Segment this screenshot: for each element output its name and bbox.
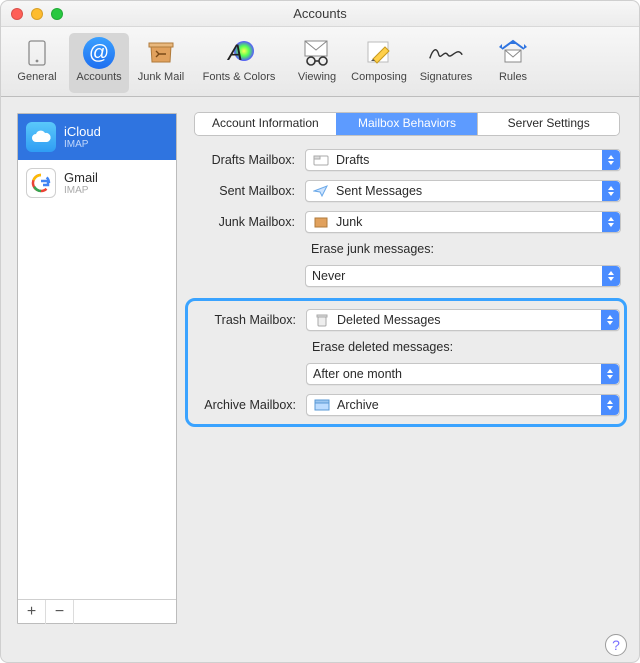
account-icloud[interactable]: iCloud IMAP bbox=[18, 114, 176, 160]
row-junk: Junk Mailbox: Junk bbox=[191, 211, 621, 233]
tab-label: Rules bbox=[499, 71, 527, 83]
tab-label: Junk Mail bbox=[138, 71, 184, 83]
fonts-colors-icon: A bbox=[221, 37, 257, 69]
mailbox-behaviors-form: Drafts Mailbox: Drafts Sent Mailbox: Sen… bbox=[191, 149, 623, 429]
rules-icon bbox=[495, 37, 531, 69]
tab-label: Accounts bbox=[76, 71, 121, 83]
tab-junk-mail[interactable]: Junk Mail bbox=[131, 33, 191, 93]
drafts-value: Drafts bbox=[336, 153, 369, 167]
stepper-arrows-icon bbox=[602, 181, 620, 201]
junk-value: Junk bbox=[336, 215, 362, 229]
tab-label: Signatures bbox=[420, 71, 473, 83]
viewing-icon bbox=[299, 37, 335, 69]
settings-panel: Account Information Mailbox Behaviors Se… bbox=[191, 113, 623, 624]
svg-text:A: A bbox=[226, 40, 243, 65]
footer: ? bbox=[1, 628, 639, 662]
stepper-arrows-icon bbox=[601, 364, 619, 384]
archive-icon bbox=[313, 397, 331, 413]
gmail-icon bbox=[26, 168, 56, 198]
account-info: Gmail IMAP bbox=[64, 171, 98, 196]
account-actions: + − bbox=[18, 599, 176, 623]
help-button[interactable]: ? bbox=[605, 634, 627, 656]
junk-icon bbox=[143, 37, 179, 69]
panel-tabs: Account Information Mailbox Behaviors Se… bbox=[195, 113, 619, 135]
accounts-list: iCloud IMAP Gmail IMAP + − bbox=[17, 113, 177, 624]
folder-icon bbox=[312, 152, 330, 168]
sidebar-spacer bbox=[18, 206, 176, 599]
archive-select[interactable]: Archive bbox=[306, 394, 620, 416]
signatures-icon bbox=[428, 37, 464, 69]
tab-general[interactable]: General bbox=[7, 33, 67, 93]
tab-account-information[interactable]: Account Information bbox=[195, 113, 336, 135]
erase-junk-select[interactable]: Never bbox=[305, 265, 621, 287]
preferences-toolbar: General @ Accounts Junk Mail A Fonts & C… bbox=[1, 27, 639, 97]
row-drafts: Drafts Mailbox: Drafts bbox=[191, 149, 621, 171]
erase-junk-label: Erase junk messages: bbox=[191, 242, 621, 256]
archive-label: Archive Mailbox: bbox=[192, 398, 302, 412]
tab-fonts-colors[interactable]: A Fonts & Colors bbox=[193, 33, 285, 93]
junk-label: Junk Mailbox: bbox=[191, 215, 301, 229]
add-account-button[interactable]: + bbox=[18, 600, 46, 624]
erase-deleted-select[interactable]: After one month bbox=[306, 363, 620, 385]
remove-account-button[interactable]: − bbox=[46, 600, 74, 624]
tab-rules[interactable]: Rules bbox=[483, 33, 543, 93]
erase-junk-value: Never bbox=[312, 269, 345, 283]
preferences-window: Accounts General @ Accounts Junk Mail A … bbox=[0, 0, 640, 663]
tab-mailbox-behaviors[interactable]: Mailbox Behaviors bbox=[336, 113, 478, 135]
titlebar: Accounts bbox=[1, 1, 639, 27]
cloud-icon bbox=[26, 122, 56, 152]
at-icon: @ bbox=[81, 37, 117, 69]
composing-icon bbox=[361, 37, 397, 69]
row-erase-junk: Never bbox=[191, 265, 621, 287]
account-protocol: IMAP bbox=[64, 139, 101, 150]
erase-deleted-label: Erase deleted messages: bbox=[192, 340, 620, 354]
window-title: Accounts bbox=[1, 6, 639, 21]
account-name: iCloud bbox=[64, 125, 101, 139]
sent-value: Sent Messages bbox=[336, 184, 422, 198]
sent-select[interactable]: Sent Messages bbox=[305, 180, 621, 202]
tab-signatures[interactable]: Signatures bbox=[411, 33, 481, 93]
highlighted-region: Trash Mailbox: Deleted Messages Erase de… bbox=[185, 298, 627, 427]
row-sent: Sent Mailbox: Sent Messages bbox=[191, 180, 621, 202]
content-area: iCloud IMAP Gmail IMAP + − Acc bbox=[1, 97, 639, 628]
sent-label: Sent Mailbox: bbox=[191, 184, 301, 198]
tab-viewing[interactable]: Viewing bbox=[287, 33, 347, 93]
junk-select[interactable]: Junk bbox=[305, 211, 621, 233]
trash-value: Deleted Messages bbox=[337, 313, 441, 327]
trash-icon bbox=[313, 312, 331, 328]
tab-server-settings[interactable]: Server Settings bbox=[477, 113, 619, 135]
row-trash: Trash Mailbox: Deleted Messages bbox=[192, 309, 620, 331]
drafts-label: Drafts Mailbox: bbox=[191, 153, 301, 167]
drafts-select[interactable]: Drafts bbox=[305, 149, 621, 171]
account-info: iCloud IMAP bbox=[64, 125, 101, 150]
tab-label: General bbox=[17, 71, 56, 83]
junk-box-icon bbox=[312, 214, 330, 230]
stepper-arrows-icon bbox=[602, 150, 620, 170]
stepper-arrows-icon bbox=[602, 266, 620, 286]
stepper-arrows-icon bbox=[601, 395, 619, 415]
paper-plane-icon bbox=[312, 183, 330, 199]
row-erase-deleted: After one month bbox=[192, 363, 620, 385]
account-name: Gmail bbox=[64, 171, 98, 185]
row-archive: Archive Mailbox: Archive bbox=[192, 394, 620, 416]
tab-label: Viewing bbox=[298, 71, 336, 83]
tab-label: Composing bbox=[351, 71, 407, 83]
trash-label: Trash Mailbox: bbox=[192, 313, 302, 327]
general-icon bbox=[19, 37, 55, 69]
account-protocol: IMAP bbox=[64, 185, 98, 196]
account-gmail[interactable]: Gmail IMAP bbox=[18, 160, 176, 206]
tab-accounts[interactable]: @ Accounts bbox=[69, 33, 129, 93]
trash-select[interactable]: Deleted Messages bbox=[306, 309, 620, 331]
archive-value: Archive bbox=[337, 398, 379, 412]
stepper-arrows-icon bbox=[601, 310, 619, 330]
stepper-arrows-icon bbox=[602, 212, 620, 232]
erase-deleted-value: After one month bbox=[313, 367, 402, 381]
tab-composing[interactable]: Composing bbox=[349, 33, 409, 93]
tab-label: Fonts & Colors bbox=[203, 71, 276, 83]
